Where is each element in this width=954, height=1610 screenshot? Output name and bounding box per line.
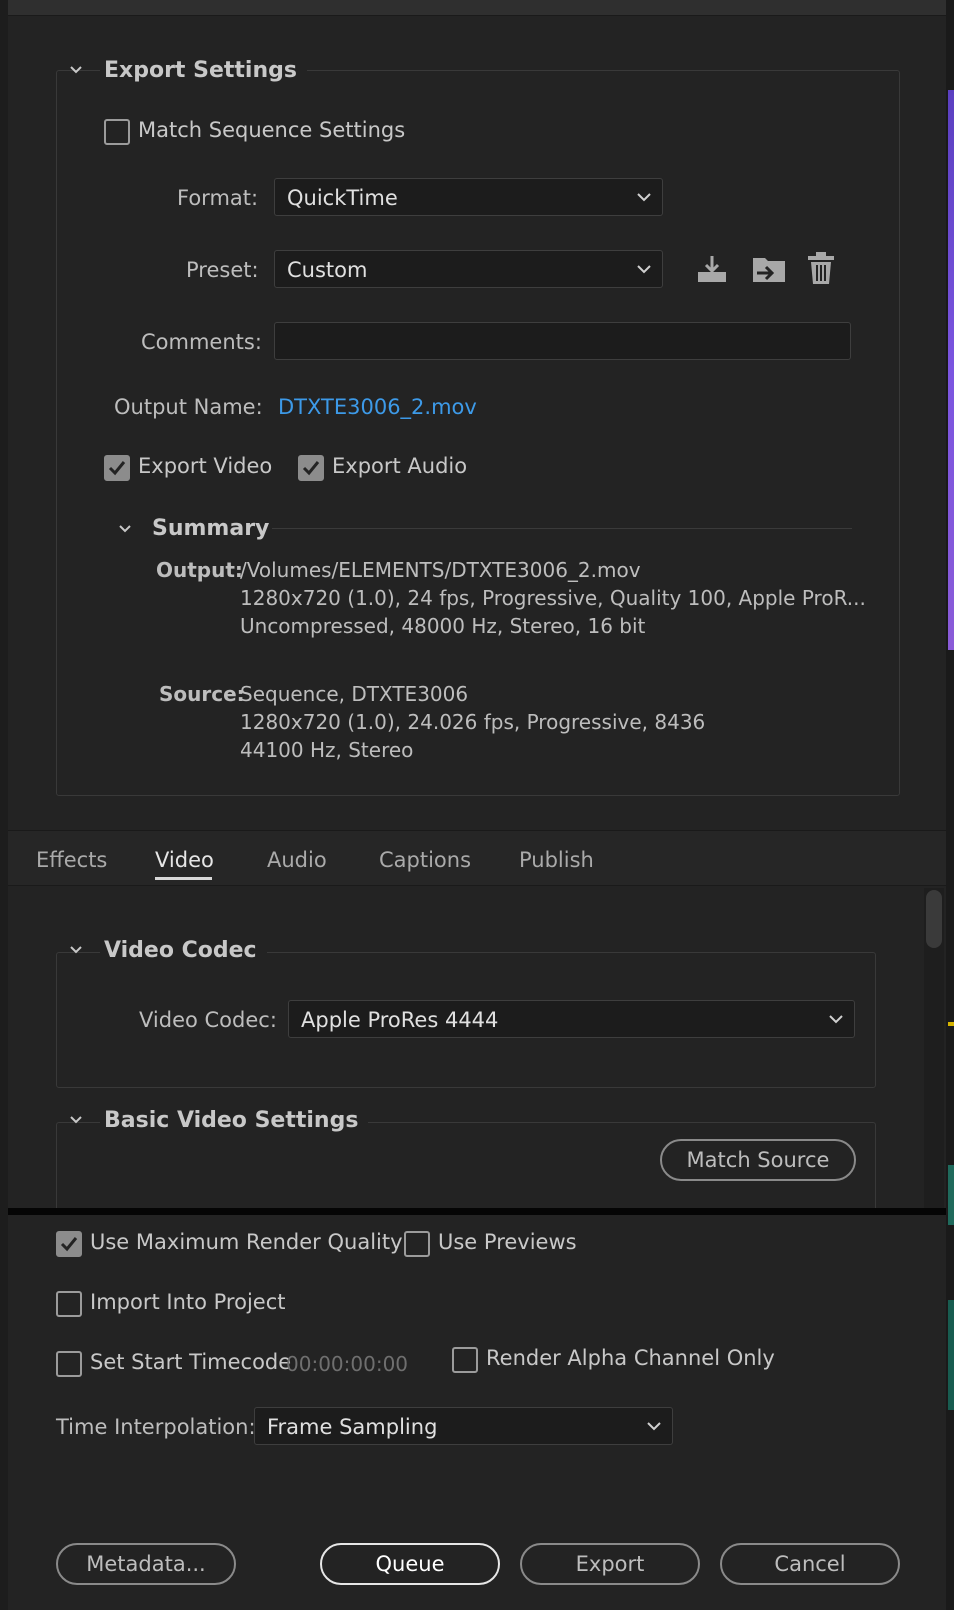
export-video-checkbox[interactable] xyxy=(104,455,130,481)
time-interpolation-dropdown[interactable]: Frame Sampling xyxy=(254,1407,673,1445)
basic-video-collapse-toggle[interactable]: Basic Video Settings xyxy=(66,1108,369,1140)
summary-title: Summary xyxy=(148,516,280,541)
match-sequence-checkbox[interactable] xyxy=(104,119,130,145)
comments-input[interactable] xyxy=(274,322,851,360)
summary-source-line: Sequence, DTXTE3006 xyxy=(240,682,469,706)
background-timeline-clip xyxy=(948,1165,954,1225)
start-timecode-field[interactable]: 00:00:00:00 xyxy=(286,1352,408,1376)
left-edge xyxy=(0,0,8,1610)
output-name-label: Output Name: xyxy=(114,395,263,419)
chevron-down-icon xyxy=(647,1422,661,1431)
chevron-down-icon xyxy=(637,265,651,274)
summary-source-line: 44100 Hz, Stereo xyxy=(240,738,414,762)
time-interpolation-value: Frame Sampling xyxy=(267,1415,438,1439)
background-timeline-clip-2 xyxy=(948,1300,954,1410)
basic-video-title: Basic Video Settings xyxy=(100,1108,369,1133)
video-codec-value: Apple ProRes 4444 xyxy=(301,1008,499,1032)
summary-output-line: /Volumes/ELEMENTS/DTXTE3006_2.mov xyxy=(240,558,641,582)
tab-publish[interactable]: Publish xyxy=(519,848,594,872)
render-alpha-only-checkbox[interactable] xyxy=(452,1347,478,1373)
cancel-button[interactable]: Cancel xyxy=(720,1543,900,1585)
queue-button[interactable]: Queue xyxy=(320,1543,500,1585)
export-video-label[interactable]: Export Video xyxy=(138,454,272,478)
render-alpha-only-label[interactable]: Render Alpha Channel Only xyxy=(486,1346,775,1370)
summary-source-key: Source: xyxy=(159,682,245,706)
export-audio-checkbox[interactable] xyxy=(298,455,324,481)
summary-output-key: Output: xyxy=(156,558,243,582)
summary-output-line: Uncompressed, 48000 Hz, Stereo, 16 bit xyxy=(240,614,646,638)
video-codec-dropdown[interactable]: Apple ProRes 4444 xyxy=(288,1000,855,1038)
checkmark-icon xyxy=(108,461,126,476)
summary-output-line: 1280x720 (1.0), 24 fps, Progressive, Qua… xyxy=(240,586,866,610)
panel-divider xyxy=(8,1208,946,1215)
video-codec-title: Video Codec xyxy=(100,938,267,963)
export-settings-collapse-toggle[interactable]: Export Settings xyxy=(66,58,307,90)
match-sequence-label[interactable]: Match Sequence Settings xyxy=(138,118,405,142)
comments-label: Comments: xyxy=(141,330,262,354)
tab-effects[interactable]: Effects xyxy=(36,848,107,872)
chevron-down-icon[interactable] xyxy=(69,943,83,957)
export-settings-title: Export Settings xyxy=(100,58,307,83)
output-name-link[interactable]: DTXTE3006_2.mov xyxy=(278,395,477,419)
window-top-bar xyxy=(0,0,954,16)
import-into-project-label[interactable]: Import Into Project xyxy=(90,1290,285,1314)
metadata-button[interactable]: Metadata... xyxy=(56,1543,236,1585)
format-label: Format: xyxy=(177,186,259,210)
tab-video[interactable]: Video xyxy=(155,848,214,872)
video-codec-collapse-toggle[interactable]: Video Codec xyxy=(66,938,267,970)
tab-bar xyxy=(8,830,946,886)
tab-video-indicator xyxy=(155,877,212,880)
use-previews-checkbox[interactable] xyxy=(404,1231,430,1257)
chevron-down-icon xyxy=(637,193,651,202)
chevron-down-icon[interactable] xyxy=(69,1113,83,1127)
chevron-down-icon[interactable] xyxy=(118,522,132,536)
import-into-project-checkbox[interactable] xyxy=(56,1291,82,1317)
chevron-down-icon xyxy=(829,1015,843,1024)
summary-divider xyxy=(272,528,852,529)
checkmark-icon xyxy=(60,1237,78,1252)
set-start-timecode-label[interactable]: Set Start Timecode xyxy=(90,1350,291,1374)
preset-value: Custom xyxy=(287,258,368,282)
chevron-down-icon[interactable] xyxy=(69,63,83,77)
trash-icon[interactable] xyxy=(806,250,836,286)
time-interpolation-label: Time Interpolation: xyxy=(56,1415,256,1439)
export-audio-label[interactable]: Export Audio xyxy=(332,454,467,478)
video-codec-label: Video Codec: xyxy=(139,1008,277,1032)
checkmark-icon xyxy=(302,461,320,476)
background-program-monitor-strip xyxy=(948,90,954,650)
format-dropdown[interactable]: QuickTime xyxy=(274,178,663,216)
max-render-quality-checkbox[interactable] xyxy=(56,1231,82,1257)
preset-label: Preset: xyxy=(186,258,259,282)
tab-audio[interactable]: Audio xyxy=(267,848,327,872)
summary-collapse-toggle[interactable]: Summary xyxy=(116,516,280,546)
set-start-timecode-checkbox[interactable] xyxy=(56,1351,82,1377)
preset-dropdown[interactable]: Custom xyxy=(274,250,663,288)
match-source-button[interactable]: Match Source xyxy=(660,1139,856,1181)
max-render-quality-label[interactable]: Use Maximum Render Quality xyxy=(90,1230,403,1254)
settings-scrollbar-thumb[interactable] xyxy=(926,890,942,948)
save-preset-icon[interactable] xyxy=(695,252,729,286)
background-timeline-marker xyxy=(948,1022,954,1026)
export-button[interactable]: Export xyxy=(520,1543,700,1585)
tab-captions[interactable]: Captions xyxy=(379,848,471,872)
format-value: QuickTime xyxy=(287,186,398,210)
use-previews-label[interactable]: Use Previews xyxy=(438,1230,577,1254)
summary-source-line: 1280x720 (1.0), 24.026 fps, Progressive,… xyxy=(240,710,706,734)
import-preset-icon[interactable] xyxy=(751,252,787,286)
